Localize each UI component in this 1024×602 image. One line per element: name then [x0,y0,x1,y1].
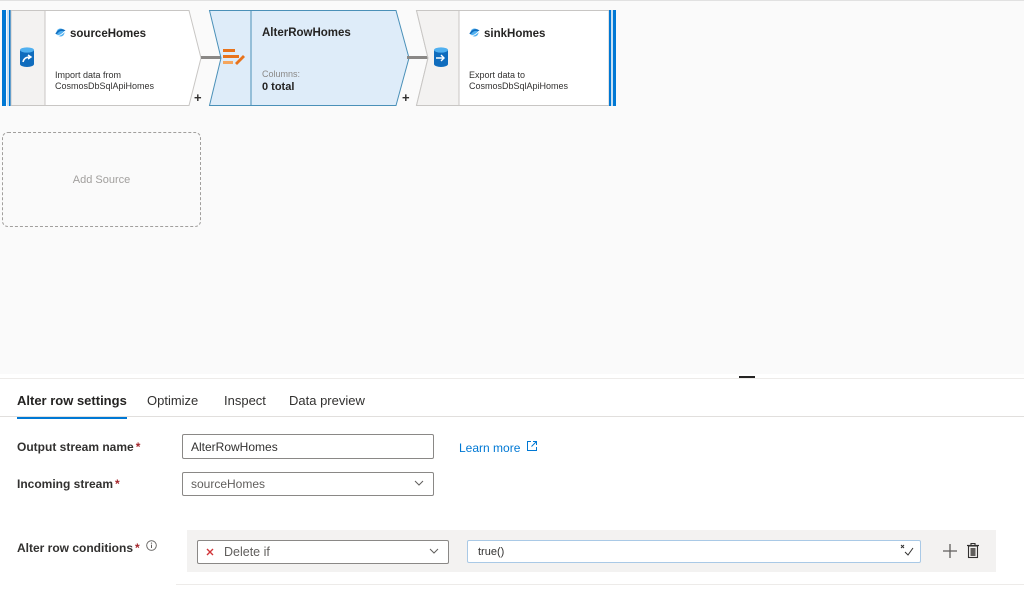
database-source-icon [19,47,35,72]
learn-more-text: Learn more [459,440,521,455]
add-condition-icon[interactable] [942,543,958,564]
incoming-stream-value: sourceHomes [191,477,266,491]
condition-expression-value: true() [478,545,505,558]
cosmos-icon [55,27,66,41]
remove-condition-icon[interactable] [206,545,214,559]
output-stream-input[interactable]: AlterRowHomes [182,434,434,459]
alter-row-icon [223,48,245,71]
add-after-source-button[interactable]: + [194,91,202,104]
tab-inspect[interactable]: Inspect [224,393,266,417]
node-alterrow[interactable]: AlterRowHomes Columns: 0 total [208,10,411,106]
chevron-down-icon [428,545,440,560]
tab-optimize[interactable]: Optimize [147,393,198,417]
learn-more-link[interactable]: Learn more [459,440,538,455]
alter-row-conditions-label-text: Alter row conditions [17,541,134,555]
panel-tabs: Alter row settings Optimize Inspect Data… [0,379,1024,419]
node-sink[interactable]: sinkHomes Export data to CosmosDbSqlApiH… [415,10,618,106]
alter-row-conditions-label: Alter row conditions * [17,541,140,555]
database-sink-icon [433,47,449,72]
add-after-alterrow-button[interactable]: + [402,91,410,104]
output-stream-label: Output stream name * [17,440,140,454]
condition-divider [176,584,1024,585]
node-alterrow-columns-label: Columns: [262,69,301,79]
delete-condition-icon[interactable] [966,542,980,564]
dataflow-canvas[interactable]: sourceHomes Import data from CosmosDbSql… [0,0,1024,374]
node-source-desc-1: Import data from [55,70,122,80]
required-mark: * [115,477,120,491]
output-stream-value: AlterRowHomes [191,439,278,454]
tab-data-preview[interactable]: Data preview [289,393,365,417]
node-sink-desc-1: Export data to [469,70,526,80]
node-source-desc-2: CosmosDbSqlApiHomes [55,81,155,91]
tab-alter-row-settings[interactable]: Alter row settings [17,393,127,419]
expression-builder-icon[interactable] [900,544,914,559]
condition-type-value: Delete if [224,545,270,559]
incoming-stream-select[interactable]: sourceHomes [182,472,434,496]
node-sink-title: sinkHomes [484,28,546,40]
required-mark: * [135,541,140,555]
info-icon[interactable] [146,538,157,556]
required-mark: * [135,440,141,454]
add-source-label: Add Source [72,173,131,186]
incoming-stream-label: Incoming stream * [17,477,120,491]
node-source-title: sourceHomes [70,28,147,40]
external-link-icon [526,440,538,455]
node-alterrow-title: AlterRowHomes [262,27,351,39]
node-sink-desc-2: CosmosDbSqlApiHomes [469,81,569,91]
output-stream-label-text: Output stream name [17,440,134,454]
chevron-down-icon [413,477,425,492]
add-source-button[interactable]: Add Source [2,132,201,227]
cosmos-icon [469,27,480,41]
incoming-stream-label-text: Incoming stream [17,477,114,491]
node-alterrow-columns-value: 0 total [262,81,295,93]
condition-expression-input[interactable]: true() [467,540,921,563]
node-source[interactable]: sourceHomes Import data from CosmosDbSql… [2,10,202,106]
condition-type-select[interactable]: Delete if [197,540,449,564]
